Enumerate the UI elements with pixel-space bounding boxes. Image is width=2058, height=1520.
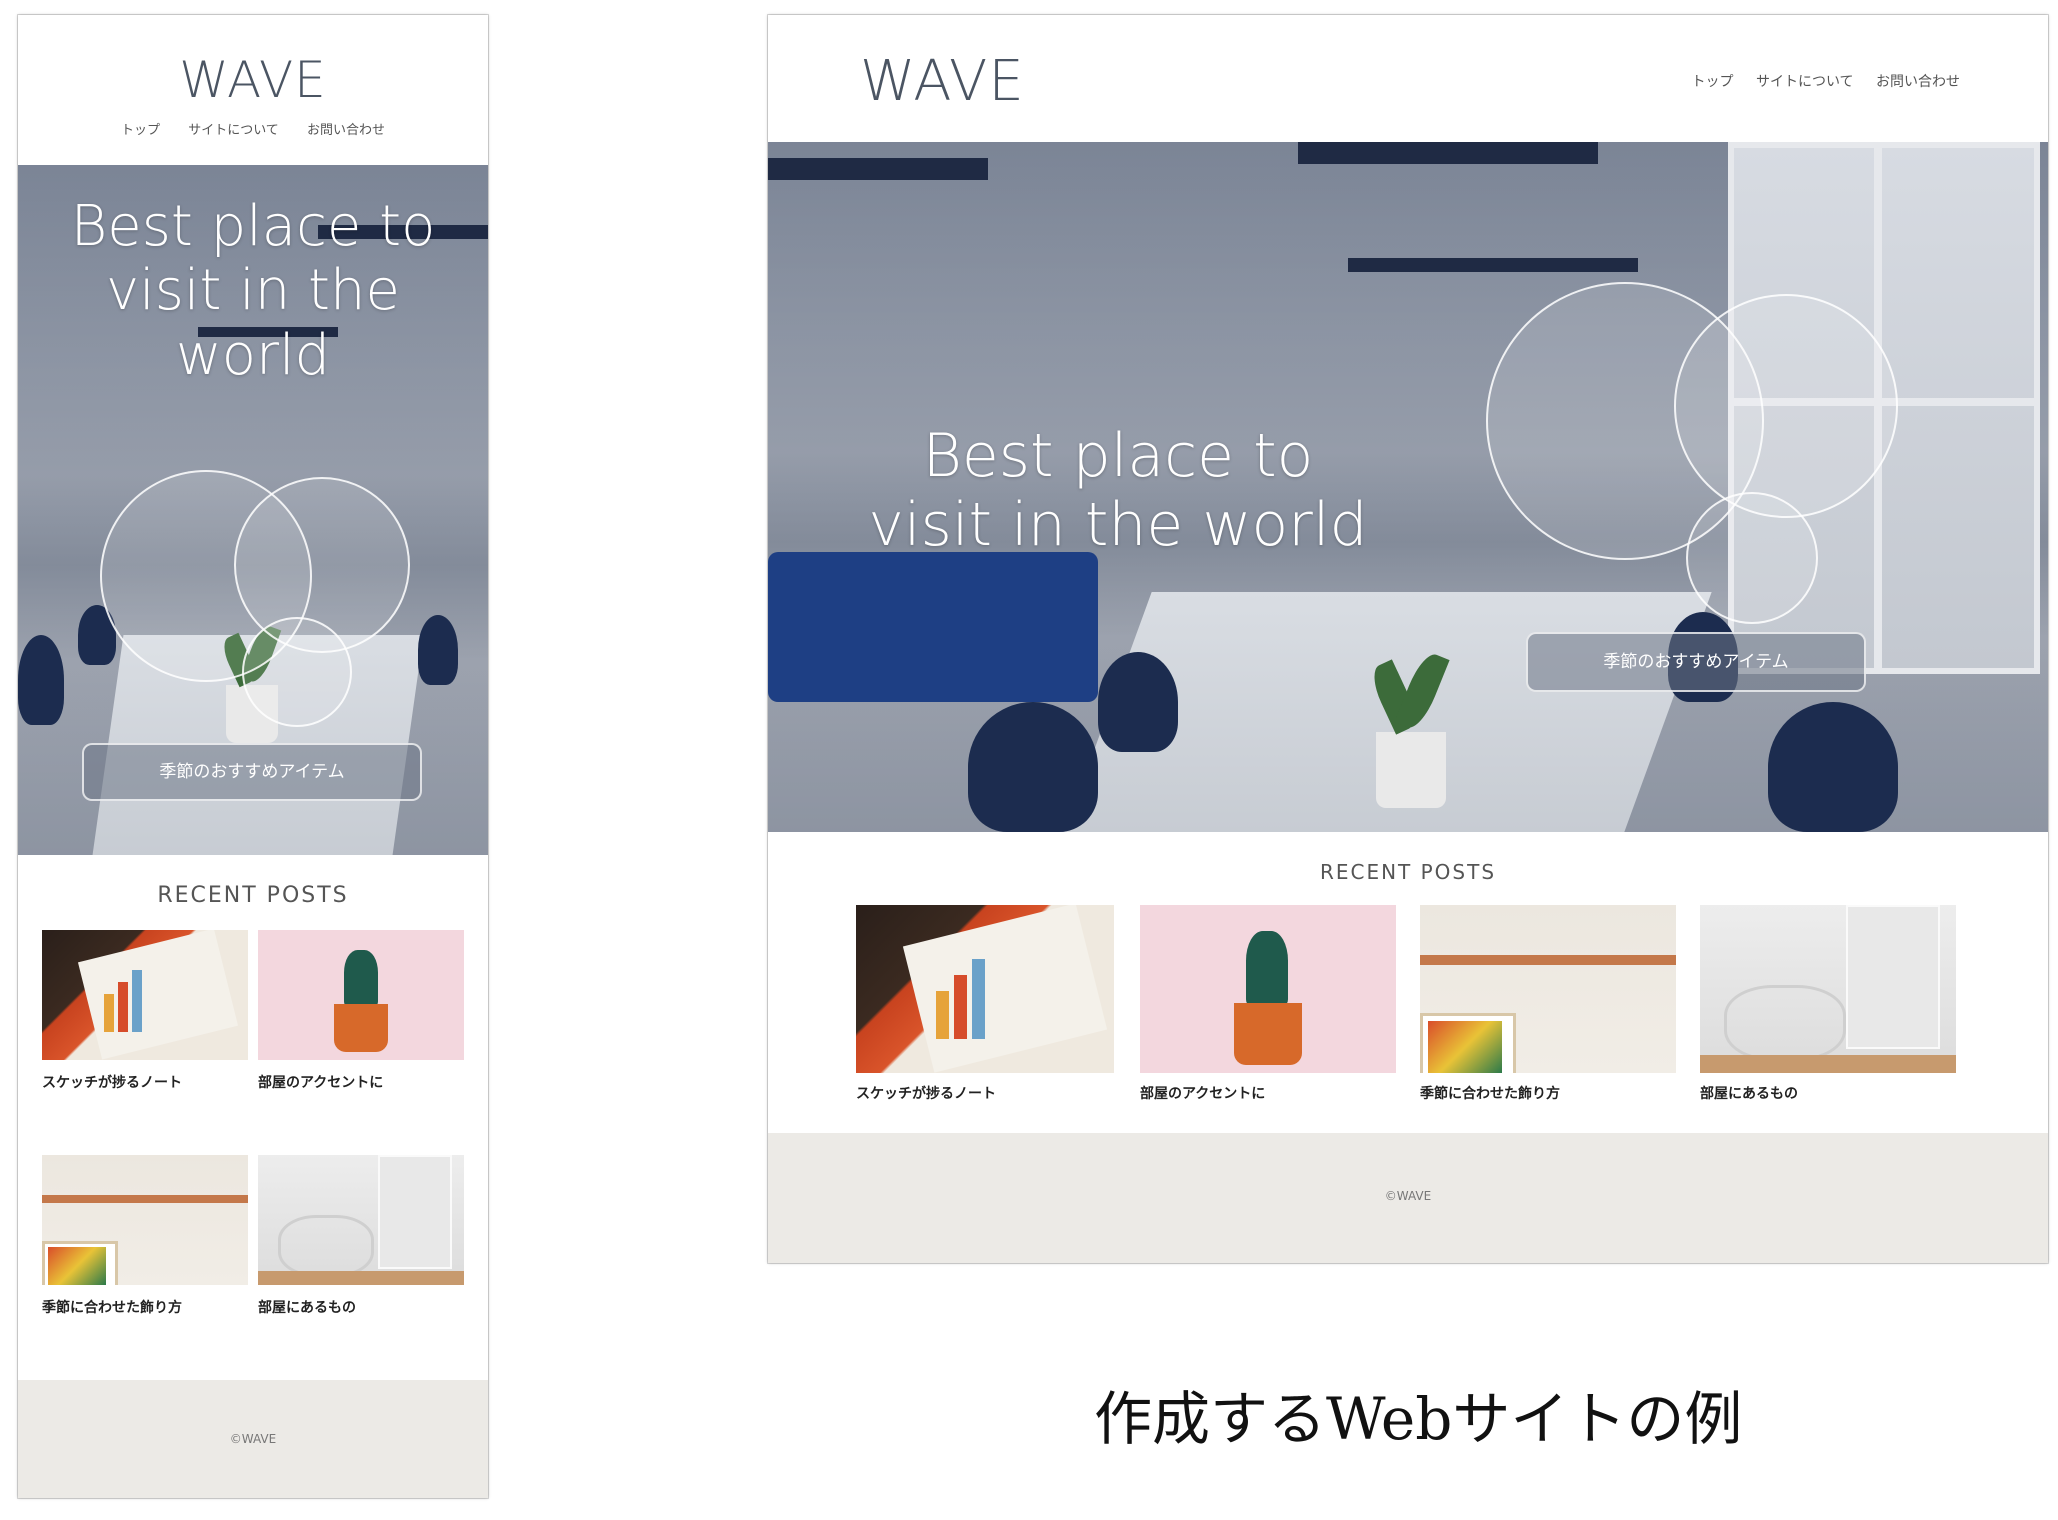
post-thumbnail xyxy=(42,1155,248,1285)
main-nav: トップ サイトについて お問い合わせ xyxy=(18,119,488,138)
hero-title-line: Best place to xyxy=(70,194,436,259)
hero-title-line: world xyxy=(175,322,331,388)
deco-circle xyxy=(1674,294,1898,518)
copyright: ©WAVE xyxy=(229,1432,277,1446)
deco-circle xyxy=(242,617,352,727)
copyright: ©WAVE xyxy=(1384,1189,1432,1203)
post-thumbnail xyxy=(1140,905,1396,1073)
post-thumbnail xyxy=(258,1155,464,1285)
nav-item-about[interactable]: サイトについて xyxy=(1756,74,1854,90)
hero-title: Best place to visit in the world xyxy=(868,421,1368,560)
site-logo[interactable]: WAVE xyxy=(18,51,488,109)
hero-chair xyxy=(1098,652,1178,752)
desktop-mockup: WAVE トップ サイトについて お問い合わせ Best place to vi… xyxy=(768,15,2048,1263)
post-title[interactable]: 部屋のアクセントに xyxy=(1140,1085,1396,1104)
post-title[interactable]: 部屋のアクセントに xyxy=(258,1074,458,1093)
figure-caption: 作成するWebサイトの例 xyxy=(1094,1385,1743,1453)
post-title[interactable]: スケッチが捗るノート xyxy=(42,1074,242,1093)
post-title[interactable]: 季節に合わせた飾り方 xyxy=(42,1299,242,1318)
post-thumbnail xyxy=(856,905,1114,1073)
hero-title: Best place to visit in the world xyxy=(18,194,488,388)
hero-chair xyxy=(18,635,64,725)
post-thumbnail xyxy=(258,930,464,1060)
hero-chair xyxy=(418,615,458,685)
hero-chair xyxy=(1768,702,1898,832)
main-nav: トップ サイトについて お問い合わせ xyxy=(1674,71,1961,91)
post-card[interactable]: 部屋にあるもの xyxy=(258,1155,464,1365)
post-card[interactable]: 部屋にあるもの xyxy=(1700,905,1956,1115)
hero-section: Best place to visit in the world 季節のおすすめ… xyxy=(18,165,488,855)
recent-posts-heading: RECENT POSTS xyxy=(1319,860,1497,884)
post-title[interactable]: スケッチが捗るノート xyxy=(856,1085,1114,1104)
post-card[interactable]: 部屋のアクセントに xyxy=(258,930,464,1140)
seasonal-items-button[interactable]: 季節のおすすめアイテム xyxy=(82,743,422,801)
ceiling-beam xyxy=(1298,142,1598,164)
post-card[interactable]: 季節に合わせた飾り方 xyxy=(42,1155,248,1365)
post-thumbnail xyxy=(1420,905,1676,1073)
post-card[interactable]: スケッチが捗るノート xyxy=(42,930,248,1140)
nav-item-top[interactable]: トップ xyxy=(121,123,160,138)
post-title[interactable]: 部屋にあるもの xyxy=(1700,1085,1956,1104)
site-logo[interactable]: WAVE xyxy=(860,49,1025,114)
mobile-mockup: WAVE トップ サイトについて お問い合わせ Best place to vi… xyxy=(18,15,488,1498)
hero-section: Best place to visit in the world 季節のおすすめ… xyxy=(768,142,2048,832)
post-thumbnail xyxy=(42,930,248,1060)
deco-circle xyxy=(1686,492,1818,624)
hero-chair xyxy=(968,702,1098,832)
nav-item-contact[interactable]: お問い合わせ xyxy=(307,123,385,138)
site-footer: ©WAVE xyxy=(18,1380,488,1498)
hero-plant-pot xyxy=(1376,732,1446,808)
ceiling-beam xyxy=(1348,258,1638,272)
nav-item-contact[interactable]: お問い合わせ xyxy=(1876,74,1960,90)
recent-posts-heading: RECENT POSTS xyxy=(157,883,349,908)
hero-title-line: visit in the xyxy=(106,258,400,324)
ceiling-beam xyxy=(768,158,988,180)
nav-item-about[interactable]: サイトについて xyxy=(188,123,279,138)
post-title[interactable]: 季節に合わせた飾り方 xyxy=(1420,1085,1676,1104)
site-footer: ©WAVE xyxy=(768,1133,2048,1263)
nav-item-top[interactable]: トップ xyxy=(1692,74,1734,90)
post-card[interactable]: 部屋のアクセントに xyxy=(1140,905,1396,1115)
post-thumbnail xyxy=(1700,905,1956,1073)
post-title[interactable]: 部屋にあるもの xyxy=(258,1299,458,1318)
post-card[interactable]: スケッチが捗るノート xyxy=(856,905,1114,1115)
hero-sofa xyxy=(768,552,1098,702)
post-card[interactable]: 季節に合わせた飾り方 xyxy=(1420,905,1676,1115)
seasonal-items-button[interactable]: 季節のおすすめアイテム xyxy=(1526,632,1866,692)
